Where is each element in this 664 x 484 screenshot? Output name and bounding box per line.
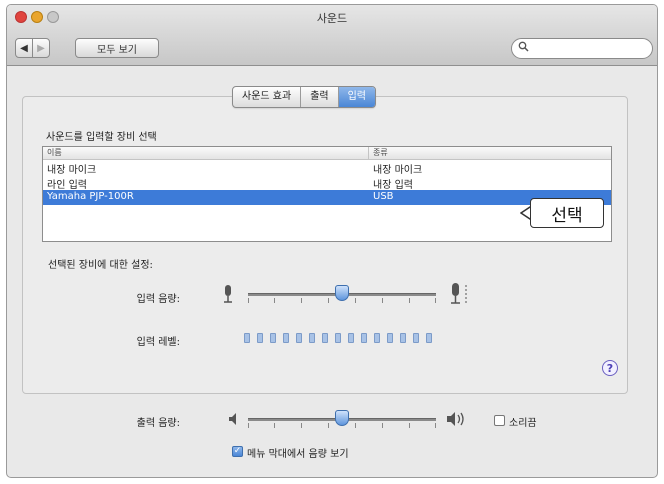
input-level-segment [426,333,432,343]
speaker-low-icon [229,413,236,425]
input-level-segment [244,333,250,343]
show-all-button[interactable]: 모두 보기 [75,38,159,58]
input-volume-label: 입력 음량: [136,294,180,305]
list-header: 이름 종류 [43,147,611,160]
tab-sound-effects[interactable]: 사운드 효과 [233,87,302,107]
speaker-high-icon [447,412,464,426]
window-title: 사운드 [316,12,348,25]
input-level-meter [244,333,448,345]
microphone-low-icon [224,285,232,303]
device-type: USB [373,191,394,202]
column-header-type[interactable]: 종류 [368,147,388,159]
back-button[interactable]: ◀ [15,38,33,58]
output-volume-thumb[interactable] [335,410,349,426]
mute-checkbox[interactable] [494,415,505,426]
output-volume-label: 출력 음량: [136,418,180,429]
search-input[interactable] [511,38,653,59]
device-list-title: 사운드를 입력할 장비 선택 [46,132,157,143]
input-level-segment [413,333,419,343]
input-level-segment [348,333,354,343]
tab-bar: 사운드 효과 출력 입력 [232,86,376,108]
input-volume-thumb[interactable] [335,285,349,301]
input-level-segment [309,333,315,343]
input-level-segment [257,333,263,343]
device-type: 내장 입력 [373,180,413,191]
device-row-selected[interactable]: Yamaha PJP-100R USB [43,190,611,205]
input-level-segment [387,333,393,343]
input-level-segment [270,333,276,343]
title-bar: 사운드 ◀ ▶ 모두 보기 [7,5,657,66]
forward-button[interactable]: ▶ [32,38,50,58]
device-name: Yamaha PJP-100R [47,191,134,202]
device-name: 내장 마이크 [47,165,97,176]
search-icon [518,41,529,55]
input-level-segment [322,333,328,343]
column-header-name[interactable]: 이름 [47,147,62,158]
mute-label: 소리끔 [509,418,537,429]
device-type: 내장 마이크 [373,165,423,176]
microphone-high-icon [451,283,467,304]
device-list: 이름 종류 내장 마이크 내장 마이크 라인 입력 내장 입력 Yamaha P… [42,146,612,242]
input-level-segment [374,333,380,343]
device-settings-title: 선택된 장비에 대한 설정: [48,260,153,271]
input-level-segment [283,333,289,343]
input-level-segment [296,333,302,343]
tab-input[interactable]: 입력 [338,87,375,107]
input-level-label: 입력 레벨: [136,337,180,348]
show-volume-in-menubar-checkbox[interactable]: ✓ [232,446,243,457]
device-row[interactable]: 라인 입력 내장 입력 [43,175,611,191]
device-name: 라인 입력 [47,180,87,191]
input-level-segment [361,333,367,343]
show-volume-in-menubar-label: 메뉴 막대에서 음량 보기 [247,449,349,460]
input-level-segment [400,333,406,343]
tab-output[interactable]: 출력 [301,87,339,107]
select-callout: 선택 [530,198,604,228]
help-button[interactable]: ? [602,360,618,376]
input-level-segment [335,333,341,343]
device-row[interactable]: 내장 마이크 내장 마이크 [43,160,611,176]
